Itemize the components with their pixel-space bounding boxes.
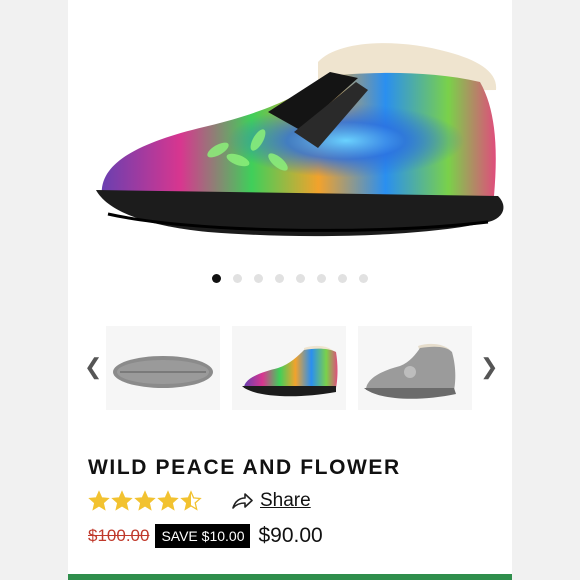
carousel-dot[interactable]: [212, 274, 221, 283]
carousel-dot[interactable]: [338, 274, 347, 283]
chevron-left-icon[interactable]: ❮: [84, 356, 102, 378]
carousel-dots: [68, 274, 512, 283]
share-arrow-icon: [232, 493, 253, 509]
carousel-dot[interactable]: [317, 274, 326, 283]
carousel-dot[interactable]: [254, 274, 263, 283]
product-title: WILD PEACE AND FLOWER: [88, 456, 401, 479]
price-row: $100.00 SAVE $10.00 $90.00: [88, 524, 323, 548]
star-icon: [134, 490, 156, 511]
carousel-dot[interactable]: [359, 274, 368, 283]
star-icon: [157, 490, 179, 511]
accent-bar: [68, 574, 512, 580]
sale-price: $90.00: [258, 524, 323, 547]
carousel-dot[interactable]: [275, 274, 284, 283]
thumbnail-angle-view[interactable]: [358, 326, 472, 410]
carousel-dot[interactable]: [296, 274, 305, 283]
star-icon: [180, 490, 202, 511]
thumbnail-strip: ❮ ❯: [68, 326, 512, 410]
chevron-right-icon[interactable]: ❯: [480, 356, 498, 378]
share-button[interactable]: Share: [230, 490, 311, 512]
product-hero-image[interactable]: [68, 0, 512, 262]
thumbnail-sole[interactable]: [106, 326, 220, 410]
right-backdrop: [512, 0, 580, 580]
share-label: Share: [260, 490, 311, 511]
carousel-dot[interactable]: [233, 274, 242, 283]
save-badge: SAVE $10.00: [155, 524, 251, 548]
star-icon: [88, 490, 110, 511]
star-icon: [111, 490, 133, 511]
thumbnail-side-view[interactable]: [232, 326, 346, 410]
left-backdrop: [0, 0, 68, 580]
original-price: $100.00: [88, 526, 150, 545]
star-rating[interactable]: [88, 487, 202, 515]
product-panel: ❮ ❯ WILD PEACE AND FLOWER Share $100.00 …: [68, 0, 512, 580]
